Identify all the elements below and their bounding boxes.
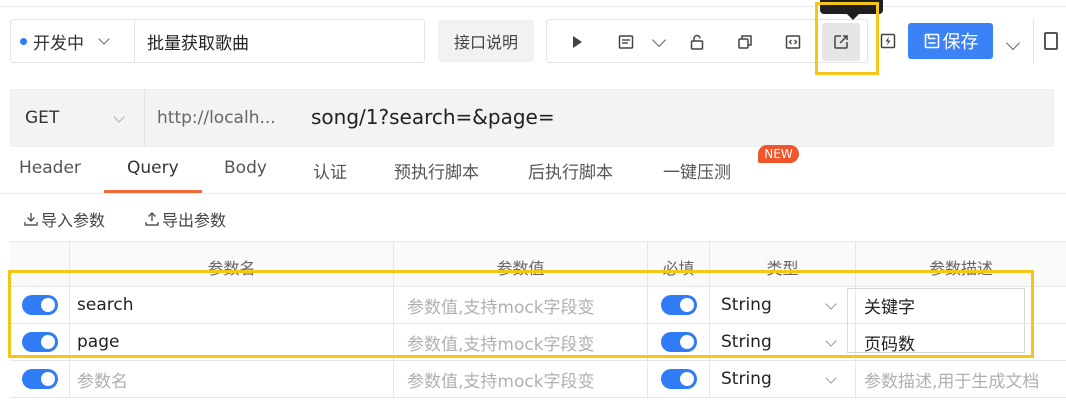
api-name-input[interactable]: 批量获取歌曲	[135, 20, 424, 62]
export-label: 导出参数	[162, 211, 227, 230]
status-dot-icon	[20, 37, 27, 45]
highlight-box	[8, 270, 1034, 358]
divider	[0, 6, 1066, 7]
base-url[interactable]: http://localh...	[157, 108, 276, 128]
import-params-button[interactable]: 导入参数	[23, 207, 105, 231]
play-icon[interactable]	[563, 28, 591, 56]
chevron-down-icon	[113, 111, 125, 123]
url-bar: GET http://localh... song/1?search=&page…	[10, 89, 1054, 147]
export-icon	[145, 212, 159, 226]
tab-auth[interactable]: 认证	[313, 158, 347, 183]
tab-header[interactable]: Header	[19, 158, 81, 178]
export-params-button[interactable]: 导出参数	[144, 207, 226, 231]
url-path-input[interactable]: song/1?search=&page=	[311, 105, 555, 129]
param-value-input[interactable]: 参数值,支持mock字段变	[394, 361, 648, 397]
chevron-down-icon[interactable]	[645, 28, 673, 56]
table-row: 参数名 参数值,支持mock字段变 String 参数描述,用于生成文档	[10, 361, 1066, 398]
type-label: String	[721, 369, 772, 389]
required-toggle[interactable]	[660, 369, 697, 389]
description-input[interactable]: 参数描述,用于生成文档	[856, 361, 1066, 397]
method-select[interactable]: GET	[11, 90, 145, 146]
chevron-down-icon	[825, 372, 837, 384]
api-doc-button[interactable]: 接口说明	[438, 20, 534, 62]
save-label: 保存	[942, 32, 979, 53]
tab-load-test[interactable]: 一键压测	[663, 158, 731, 183]
row-toggle-cell	[10, 361, 70, 397]
status-select[interactable]: 开发中	[11, 20, 135, 62]
unlock-icon[interactable]	[683, 28, 711, 56]
save-icon	[924, 33, 939, 49]
code-icon[interactable]	[779, 28, 807, 56]
enable-toggle[interactable]	[21, 369, 58, 389]
document-icon[interactable]	[612, 28, 640, 56]
tab-body[interactable]: Body	[224, 158, 267, 178]
api-header-box: 开发中 批量获取歌曲	[10, 19, 425, 63]
highlight-box	[815, 2, 879, 75]
divider	[1033, 19, 1034, 63]
more-icon[interactable]	[1044, 32, 1058, 50]
chevron-down-icon	[1005, 35, 1021, 51]
bolt-icon[interactable]	[877, 30, 899, 52]
method-label: GET	[25, 108, 60, 128]
save-more-dropdown[interactable]	[1005, 33, 1021, 52]
tab-post-script[interactable]: 后执行脚本	[528, 158, 613, 183]
request-tabs: Header Query Body 认证 预执行脚本 后执行脚本 一键压测	[0, 150, 1066, 194]
status-label: 开发中	[33, 33, 84, 54]
copy-icon[interactable]	[731, 28, 759, 56]
active-tab-indicator	[104, 190, 202, 193]
save-button[interactable]: 保存	[908, 23, 993, 59]
param-name-input[interactable]: 参数名	[70, 361, 394, 397]
type-select[interactable]: String	[710, 361, 856, 397]
import-label: 导入参数	[41, 211, 106, 230]
import-icon	[24, 213, 38, 226]
tab-query[interactable]: Query	[127, 158, 179, 178]
tab-pre-script[interactable]: 预执行脚本	[394, 158, 479, 183]
new-badge: NEW	[758, 145, 799, 163]
chevron-down-icon	[98, 33, 110, 45]
required-cell	[648, 361, 710, 397]
top-toolbar: 开发中 批量获取歌曲 接口说明 保存	[0, 0, 1066, 80]
